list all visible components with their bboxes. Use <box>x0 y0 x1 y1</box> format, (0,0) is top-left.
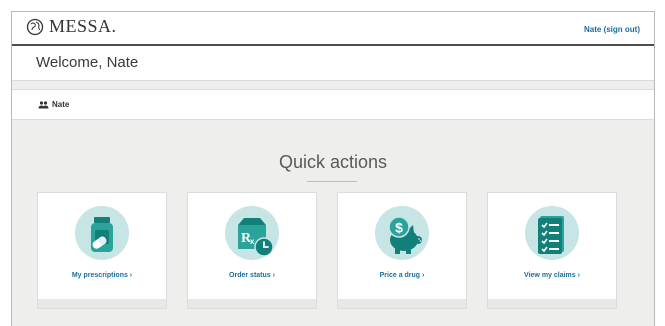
piggy-bank-icon: $ <box>375 206 429 260</box>
brand-name: MESSA. <box>49 16 117 36</box>
quick-action-price-a-drug[interactable]: $ Price a drug › <box>337 192 467 300</box>
card-label[interactable]: My prescriptions › <box>38 272 166 279</box>
card-footer <box>487 299 617 309</box>
member-selector[interactable]: Nate <box>38 100 69 109</box>
card-footer <box>187 299 317 309</box>
brand-logo[interactable]: MESSA. <box>26 16 117 37</box>
globe-logo-icon <box>26 18 44 35</box>
title-divider <box>307 181 357 182</box>
sign-out-link[interactable]: Nate (sign out) <box>584 25 640 34</box>
checklist-icon <box>525 206 579 260</box>
member-bar: Nate <box>12 89 654 120</box>
people-icon <box>38 100 49 108</box>
card-label[interactable]: Price a drug › <box>338 272 466 279</box>
quick-action-my-prescriptions[interactable]: My prescriptions › <box>37 192 167 300</box>
quick-actions-title: Quick actions <box>278 152 388 172</box>
member-name: Nate <box>52 100 70 109</box>
welcome-heading: Welcome, Nate <box>36 54 139 71</box>
svg-text:x: x <box>250 237 255 246</box>
app-frame: MESSA. Nate (sign out) Welcome, Nate Nat… <box>11 11 655 326</box>
quick-action-order-status[interactable]: R x Order status › <box>187 192 317 300</box>
card-label[interactable]: View my claims › <box>488 272 616 279</box>
quick-action-view-my-claims[interactable]: View my claims › <box>487 192 617 300</box>
svg-text:$: $ <box>395 220 403 236</box>
pill-bottle-icon <box>75 206 129 260</box>
welcome-bar: Welcome, Nate <box>12 46 654 81</box>
card-footer <box>37 299 167 309</box>
card-footer <box>337 299 467 309</box>
rx-box-clock-icon: R x <box>225 206 279 260</box>
top-bar: MESSA. Nate (sign out) <box>12 12 654 46</box>
card-label[interactable]: Order status › <box>188 272 316 279</box>
